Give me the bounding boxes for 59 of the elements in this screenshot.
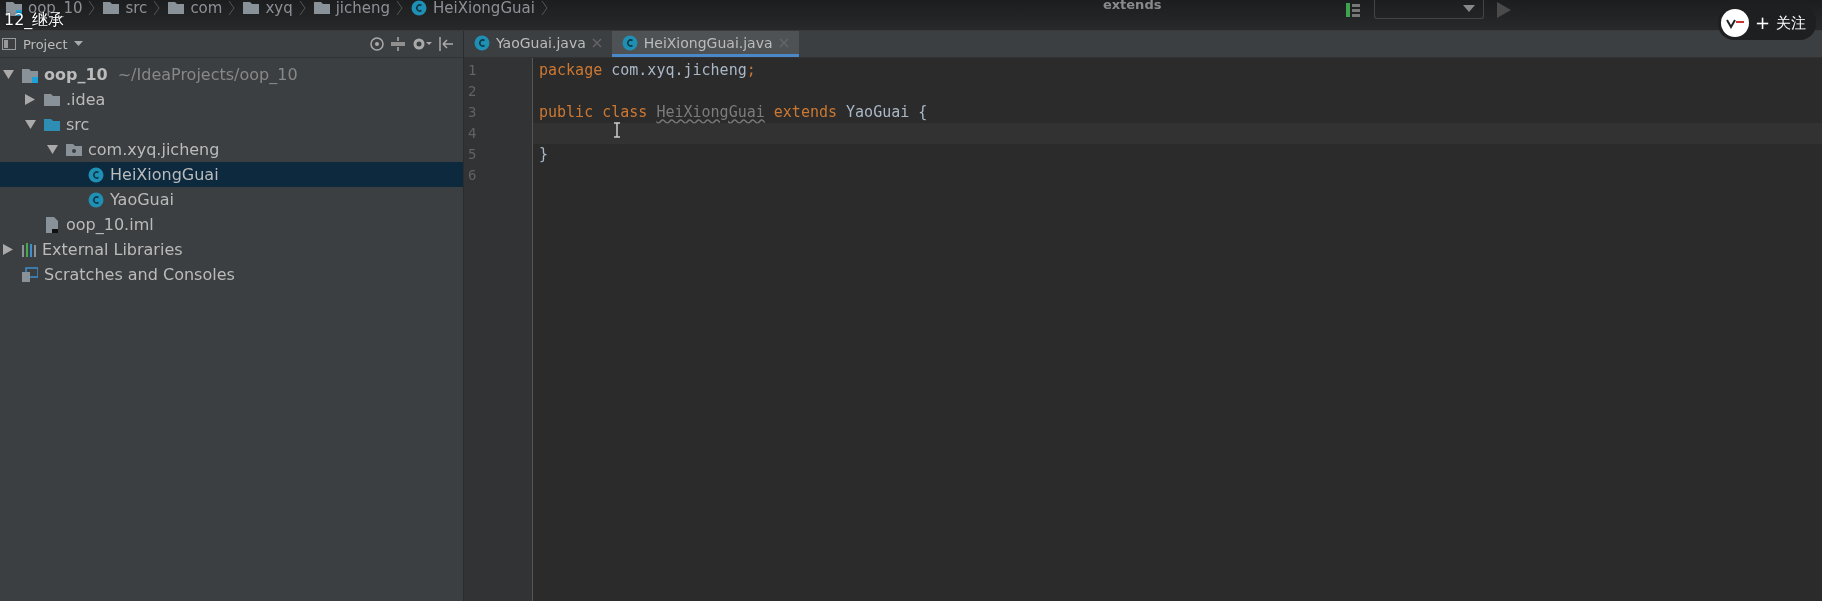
folder-icon: [168, 0, 185, 16]
collapse-icon[interactable]: [391, 37, 405, 51]
tree-item[interactable]: .idea: [0, 87, 463, 112]
code-line: public class HeiXiongGuai extends YaoGuai {: [539, 103, 928, 121]
chevron-icon: [396, 0, 404, 16]
expand-arrow-icon: [2, 69, 14, 80]
chevron-icon: [88, 0, 96, 16]
folder-icon: [243, 0, 260, 16]
tree-item[interactable]: External Libraries: [0, 237, 463, 262]
class-icon: [88, 191, 104, 208]
code-line: }: [539, 145, 549, 163]
tree-item[interactable]: Scratches and Consoles: [0, 262, 463, 287]
scratches-icon: [22, 266, 38, 283]
text-cursor-icon: [613, 122, 621, 138]
tree-item[interactable]: src: [0, 112, 463, 137]
collapse-arrow-icon: [3, 244, 13, 255]
breadcrumb-item[interactable]: HeiXiongGuai: [433, 0, 535, 16]
folder-icon: [103, 0, 120, 16]
follow-button[interactable]: + 关注: [1717, 6, 1816, 40]
file-icon: [44, 216, 60, 233]
tree-item[interactable]: HeiXiongGuai: [0, 162, 463, 187]
tree-item[interactable]: oop_10 ~/IdeaProjects/oop_10: [0, 62, 463, 87]
chevron-icon: [298, 0, 306, 16]
class-icon: [474, 34, 490, 51]
chevron-icon: [540, 0, 548, 16]
hide-panel-icon[interactable]: [439, 37, 453, 51]
locate-icon[interactable]: [370, 37, 384, 51]
panel-title[interactable]: Project: [23, 36, 68, 52]
chevron-icon: [228, 0, 236, 16]
caret-icon: [1463, 5, 1475, 13]
class-icon: [88, 166, 104, 183]
libraries-icon: [22, 242, 36, 257]
class-icon: [411, 0, 428, 16]
breadcrumb-item[interactable]: com: [190, 0, 223, 16]
expand-arrow-icon: [46, 144, 58, 155]
settings-icon[interactable]: [412, 37, 432, 51]
class-icon: [621, 34, 638, 51]
dropdown-caret-icon[interactable]: [74, 41, 84, 47]
avatar-icon: [1720, 9, 1749, 37]
package-icon: [66, 141, 82, 158]
panel-icon: [2, 38, 16, 50]
source-folder-icon: [44, 116, 60, 133]
breadcrumb-item[interactable]: xyq: [265, 0, 293, 16]
chevron-icon: [153, 0, 161, 16]
folder-icon: [44, 91, 60, 108]
breadcrumb-item[interactable]: jicheng: [335, 0, 391, 16]
folder-icon: [313, 0, 330, 16]
tree-item[interactable]: oop_10.iml: [0, 212, 463, 237]
breadcrumb-item[interactable]: src: [125, 0, 148, 16]
collapse-arrow-icon: [25, 94, 35, 105]
module-folder-icon: [22, 66, 38, 83]
code-line: package com.xyq.jicheng;: [539, 61, 756, 79]
editor-tab[interactable]: HeiXiongGuai.java: [611, 31, 799, 57]
tree-item[interactable]: YaoGuai: [0, 187, 463, 212]
editor-tab[interactable]: YaoGuai.java: [464, 31, 612, 57]
expand-arrow-icon: [24, 119, 36, 130]
vcs-icon[interactable]: [1346, 2, 1362, 17]
tree-item[interactable]: com.xyq.jicheng: [0, 137, 463, 162]
toolbar-label: extends: [1102, 0, 1162, 10]
